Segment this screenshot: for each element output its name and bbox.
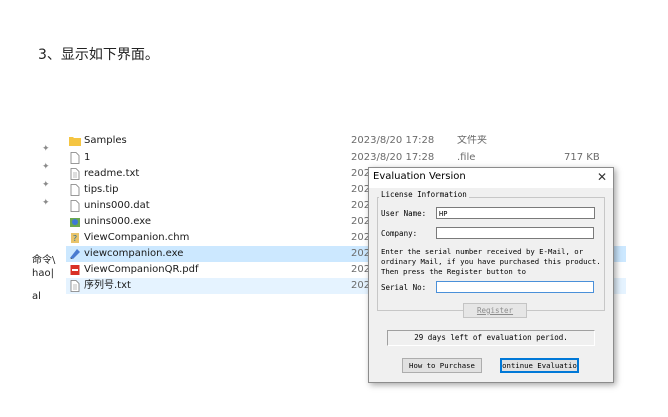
user-name-label: User Name: — [381, 209, 427, 218]
group-label: License Information — [379, 190, 469, 199]
folder-icon — [69, 137, 81, 146]
text-file-icon — [70, 168, 80, 180]
user-name-field[interactable]: HP — [436, 207, 595, 219]
register-button[interactable]: Register — [463, 303, 527, 318]
pin-icon: ✦ — [42, 180, 50, 190]
file-icon — [70, 184, 80, 196]
help-file-icon: ? — [71, 233, 79, 243]
list-item[interactable]: 1 2023/8/20 17:28 .file 717 KB — [66, 150, 626, 166]
evaluation-status: 29 days left of evaluation period. — [387, 330, 595, 346]
continue-evaluation-button[interactable]: ontinue Evaluatio — [500, 358, 579, 373]
navigation-pane: ✦ ✦ ✦ ✦ 命令\ hao| al — [28, 135, 64, 417]
company-label: Company: — [381, 229, 418, 238]
pin-icon: ✦ — [42, 162, 50, 172]
pin-icon: ✦ — [42, 144, 50, 154]
svg-text:?: ? — [73, 234, 77, 243]
pin-icon: ✦ — [42, 198, 50, 208]
embedded-screenshot: ✦ ✦ ✦ ✦ 命令\ hao| al Samples 2023/8/20 17… — [28, 135, 668, 417]
how-to-purchase-button[interactable]: How to Purchase — [402, 358, 482, 373]
dialog-titlebar[interactable]: Evaluation Version ✕ — [369, 168, 613, 188]
nav-item-label[interactable]: 命令\ — [32, 251, 55, 266]
file-icon — [70, 152, 80, 164]
step-heading: 3、显示如下界面。 — [38, 47, 159, 63]
close-icon[interactable]: ✕ — [597, 170, 607, 184]
company-field[interactable] — [436, 227, 594, 239]
nav-item-label[interactable]: hao| — [32, 268, 54, 279]
evaluation-dialog: Evaluation Version ✕ License Information… — [368, 167, 614, 383]
dialog-title: Evaluation Version — [373, 171, 466, 182]
list-item[interactable]: Samples 2023/8/20 17:28 文件夹 — [66, 135, 626, 149]
file-icon — [70, 200, 80, 212]
nav-item-label[interactable]: al — [32, 291, 41, 302]
serial-number-field[interactable] — [436, 281, 594, 293]
text-file-icon — [70, 280, 80, 292]
instructions-text: Enter the serial number received by E-Ma… — [381, 247, 601, 276]
installer-icon — [70, 218, 80, 227]
pdf-icon — [70, 265, 80, 275]
app-icon — [70, 249, 80, 259]
serial-label: Serial No: — [381, 283, 427, 292]
